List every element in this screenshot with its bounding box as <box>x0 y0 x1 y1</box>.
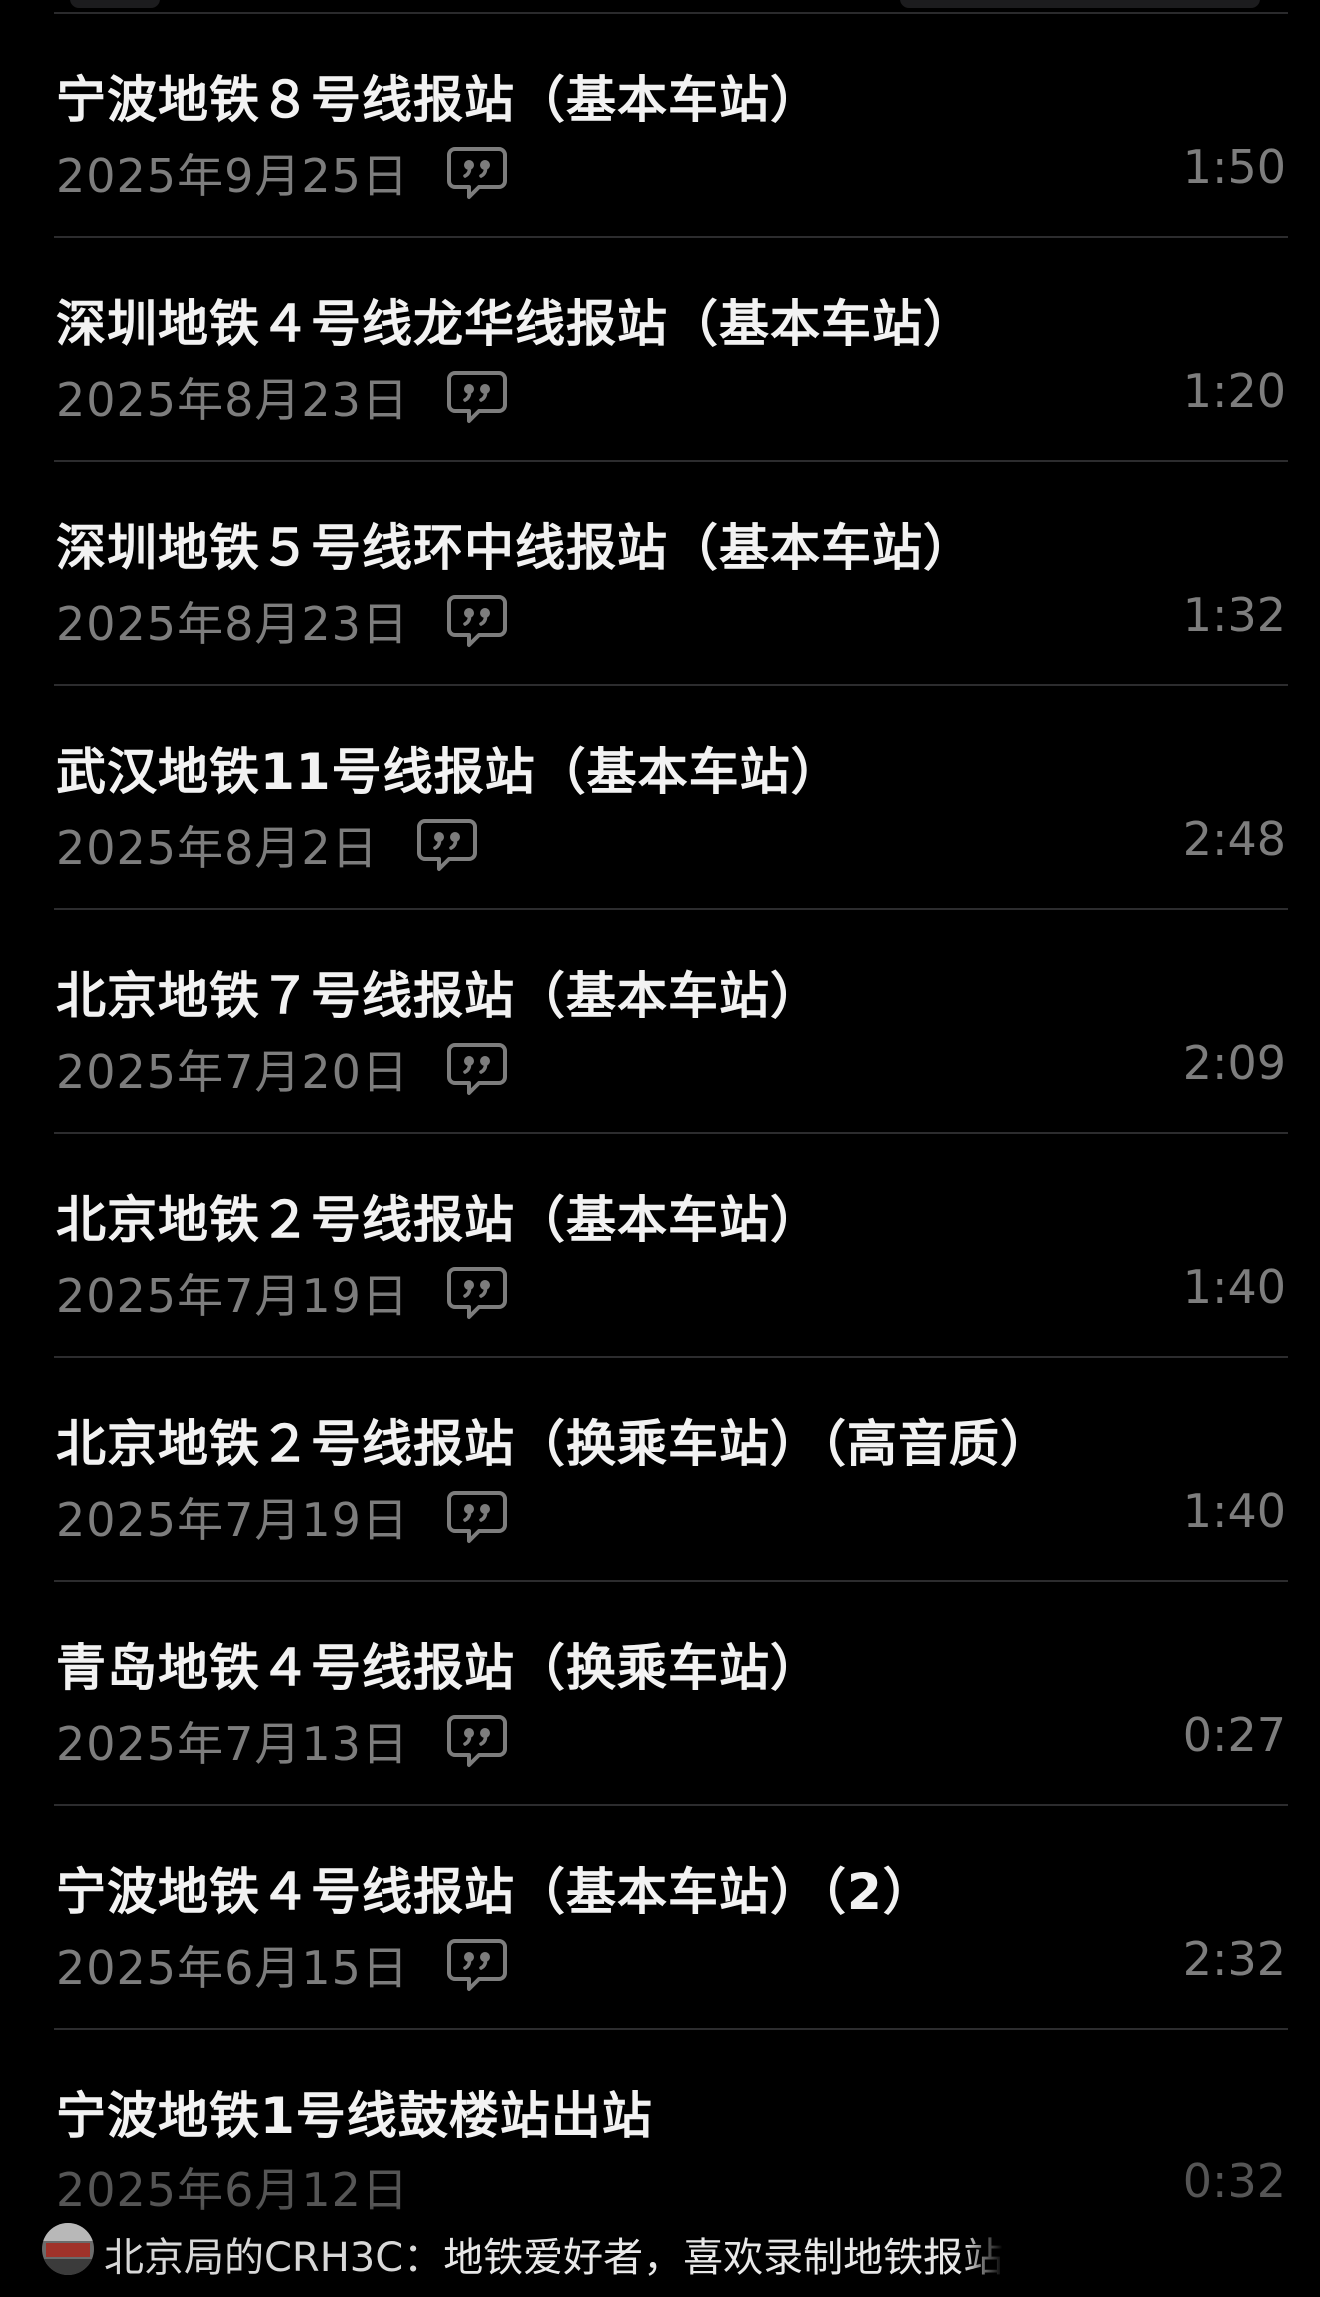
comment-text: 北京局的CRH3C：地铁爱好者，喜欢录制地铁报站 <box>104 2225 1003 2283</box>
track-date: 2025年6月15日 <box>56 1941 409 1995</box>
lyrics-bubble-icon <box>446 147 507 199</box>
comment-body-faded: 站 <box>963 2235 1004 2281</box>
lyrics-bubble-icon <box>446 1043 507 1095</box>
track-duration: 0:27 <box>1182 1708 1286 1762</box>
track-title: 宁波地铁８号线报站（基本车站） <box>56 71 821 129</box>
track-meta: 2025年8月2日 <box>56 812 479 878</box>
track-duration: 1:50 <box>1182 140 1286 194</box>
track-row[interactable]: 宁波地铁４号线报站（基本车站）（2） 2025年6月15日 2:32 <box>0 1806 1320 2030</box>
track-date: 2025年7月20日 <box>56 1045 409 1099</box>
track-row[interactable]: 北京地铁７号线报站（基本车站） 2025年7月20日 2:09 <box>0 910 1320 1134</box>
lyrics-bubble-icon <box>446 1491 507 1543</box>
track-duration: 1:20 <box>1182 364 1286 418</box>
track-date: 2025年9月25日 <box>56 149 409 203</box>
track-date: 2025年8月23日 <box>56 597 409 651</box>
lyrics-bubble-icon <box>446 371 507 423</box>
track-duration: 2:09 <box>1182 1036 1286 1090</box>
track-date: 2025年8月23日 <box>56 373 409 427</box>
track-title: 武汉地铁11号线报站（基本车站） <box>56 743 842 801</box>
track-row[interactable]: 深圳地铁５号线环中线报站（基本车站） 2025年8月23日 1:32 <box>0 462 1320 686</box>
track-duration: 1:40 <box>1182 1484 1286 1538</box>
track-date: 2025年8月2日 <box>56 821 379 875</box>
track-duration: 1:32 <box>1182 588 1286 642</box>
track-meta: 2025年7月19日 <box>56 1260 509 1326</box>
track-meta: 2025年8月23日 <box>56 364 509 430</box>
track-date: 2025年7月19日 <box>56 1269 409 1323</box>
avatar[interactable] <box>42 2223 94 2275</box>
lyrics-bubble-icon <box>446 1715 507 1767</box>
track-title: 宁波地铁４号线报站（基本车站）（2） <box>56 1863 934 1921</box>
track-row[interactable]: 青岛地铁４号线报站（换乘车站） 2025年7月13日 0:27 <box>0 1582 1320 1806</box>
track-title: 青岛地铁４号线报站（换乘车站） <box>56 1639 821 1697</box>
track-row[interactable]: 深圳地铁４号线龙华线报站（基本车站） 2025年8月23日 1:20 <box>0 238 1320 462</box>
lyrics-bubble-icon <box>446 595 507 647</box>
track-duration: 1:40 <box>1182 1260 1286 1314</box>
track-duration: 0:32 <box>1182 2154 1286 2208</box>
track-meta: 2025年6月15日 <box>56 1932 509 1998</box>
track-meta: 2025年7月19日 <box>56 1484 509 1550</box>
track-title: 北京地铁２号线报站（基本车站） <box>56 1191 821 1249</box>
track-title: 深圳地铁５号线环中线报站（基本车站） <box>56 519 974 577</box>
track-date: 2025年7月19日 <box>56 1493 409 1547</box>
track-title: 北京地铁２号线报站（换乘车站）（高音质） <box>56 1415 1051 1473</box>
top-edge <box>0 0 1320 14</box>
lyrics-bubble-icon <box>446 1267 507 1319</box>
comment-body: 地铁爱好者，喜欢录制地铁报 <box>443 2235 964 2281</box>
track-list: 宁波地铁８号线报站（基本车站） 2025年9月25日 1:50 深圳地铁４号线龙… <box>0 14 1320 2254</box>
track-meta: 2025年7月13日 <box>56 1708 509 1774</box>
comment-author: 北京局的CRH3C： <box>104 2235 444 2281</box>
track-row[interactable]: 武汉地铁11号线报站（基本车站） 2025年8月2日 2:48 <box>0 686 1320 910</box>
track-row[interactable]: 北京地铁２号线报站（换乘车站）（高音质） 2025年7月19日 1:40 <box>0 1358 1320 1582</box>
track-date: 2025年7月13日 <box>56 1717 409 1771</box>
top-control-partial[interactable] <box>900 0 1260 8</box>
lyrics-bubble-icon <box>446 1939 507 1991</box>
comment-ticker[interactable]: 北京局的CRH3C：地铁爱好者，喜欢录制地铁报站 <box>0 2205 1320 2297</box>
track-meta: 2025年8月23日 <box>56 588 509 654</box>
track-duration: 2:32 <box>1182 1932 1286 1986</box>
track-meta: 2025年7月20日 <box>56 1036 509 1102</box>
track-row[interactable]: 北京地铁２号线报站（基本车站） 2025年7月19日 1:40 <box>0 1134 1320 1358</box>
track-title: 北京地铁７号线报站（基本车站） <box>56 967 821 1025</box>
top-control-partial[interactable] <box>70 0 160 8</box>
track-meta: 2025年9月25日 <box>56 140 509 206</box>
track-title: 宁波地铁1号线鼓楼站出站 <box>56 2087 653 2145</box>
lyrics-bubble-icon <box>416 819 477 871</box>
track-row[interactable]: 宁波地铁８号线报站（基本车站） 2025年9月25日 1:50 <box>0 14 1320 238</box>
track-duration: 2:48 <box>1182 812 1286 866</box>
track-title: 深圳地铁４号线龙华线报站（基本车站） <box>56 295 974 353</box>
